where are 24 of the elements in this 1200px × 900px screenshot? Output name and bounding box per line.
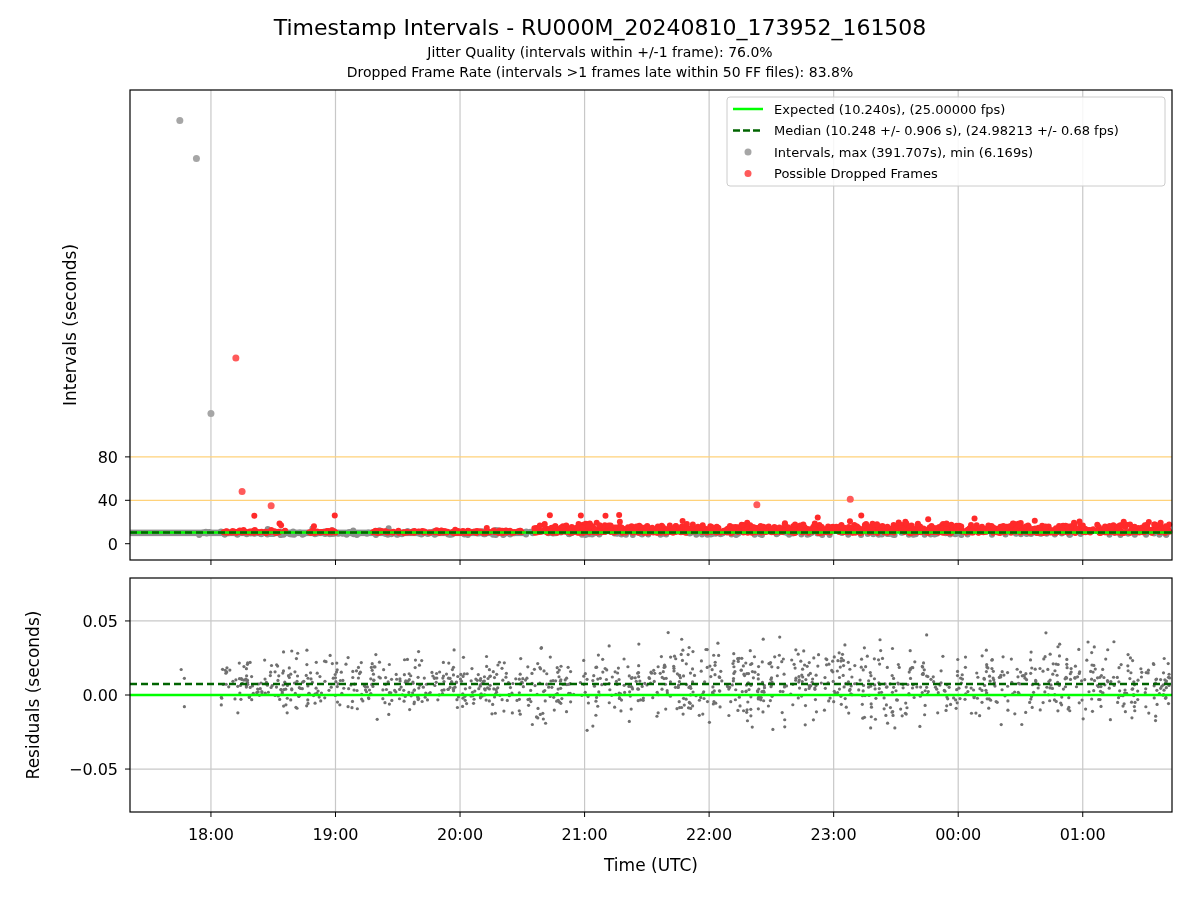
legend-label: Intervals, max (391.707s), min (6.169s)	[774, 144, 1033, 160]
x-axis-title: Time (UTC)	[604, 855, 698, 875]
legend-label: Expected (10.240s), (25.00000 fps)	[774, 101, 1006, 117]
y-tick-label: 0.00	[82, 686, 118, 705]
y-tick-label: 80	[97, 447, 118, 467]
x-tick-label: 19:00	[312, 825, 359, 844]
y-tick-label: 0	[107, 534, 118, 554]
y-tick-label: 40	[97, 491, 118, 511]
legend-label: Median (10.248 +/- 0.906 s), (24.98213 +/- 0.68 fps)	[774, 123, 1119, 138]
y-axis-title: Residuals (seconds)	[23, 610, 43, 780]
x-tick-label: 00:00	[935, 825, 982, 844]
y-tick-label: 0.05	[82, 611, 118, 631]
x-tick-label: 18:00	[187, 825, 234, 844]
chart-subtitle: Jitter Quality (intervals within +/-1 frame): 76.0%	[427, 43, 773, 62]
y-tick-label: −0.05	[68, 760, 118, 780]
x-tick-label: 20:00	[437, 825, 484, 844]
x-tick-label: 01:00	[1059, 825, 1106, 844]
y-axis-title: Intervals (seconds)	[60, 243, 80, 407]
legend-label: Possible Dropped Frames	[774, 166, 938, 181]
chart-subtitle: Dropped Frame Rate (intervals >1 frames late within 50 FF files): 83.8%	[346, 63, 854, 82]
x-tick-label: 21:00	[561, 825, 608, 844]
chart-title: Timestamp Intervals - RU000M_20240810_173952_161508	[273, 14, 927, 42]
x-tick-label: 22:00	[686, 825, 733, 844]
x-tick-label: 23:00	[810, 825, 857, 844]
